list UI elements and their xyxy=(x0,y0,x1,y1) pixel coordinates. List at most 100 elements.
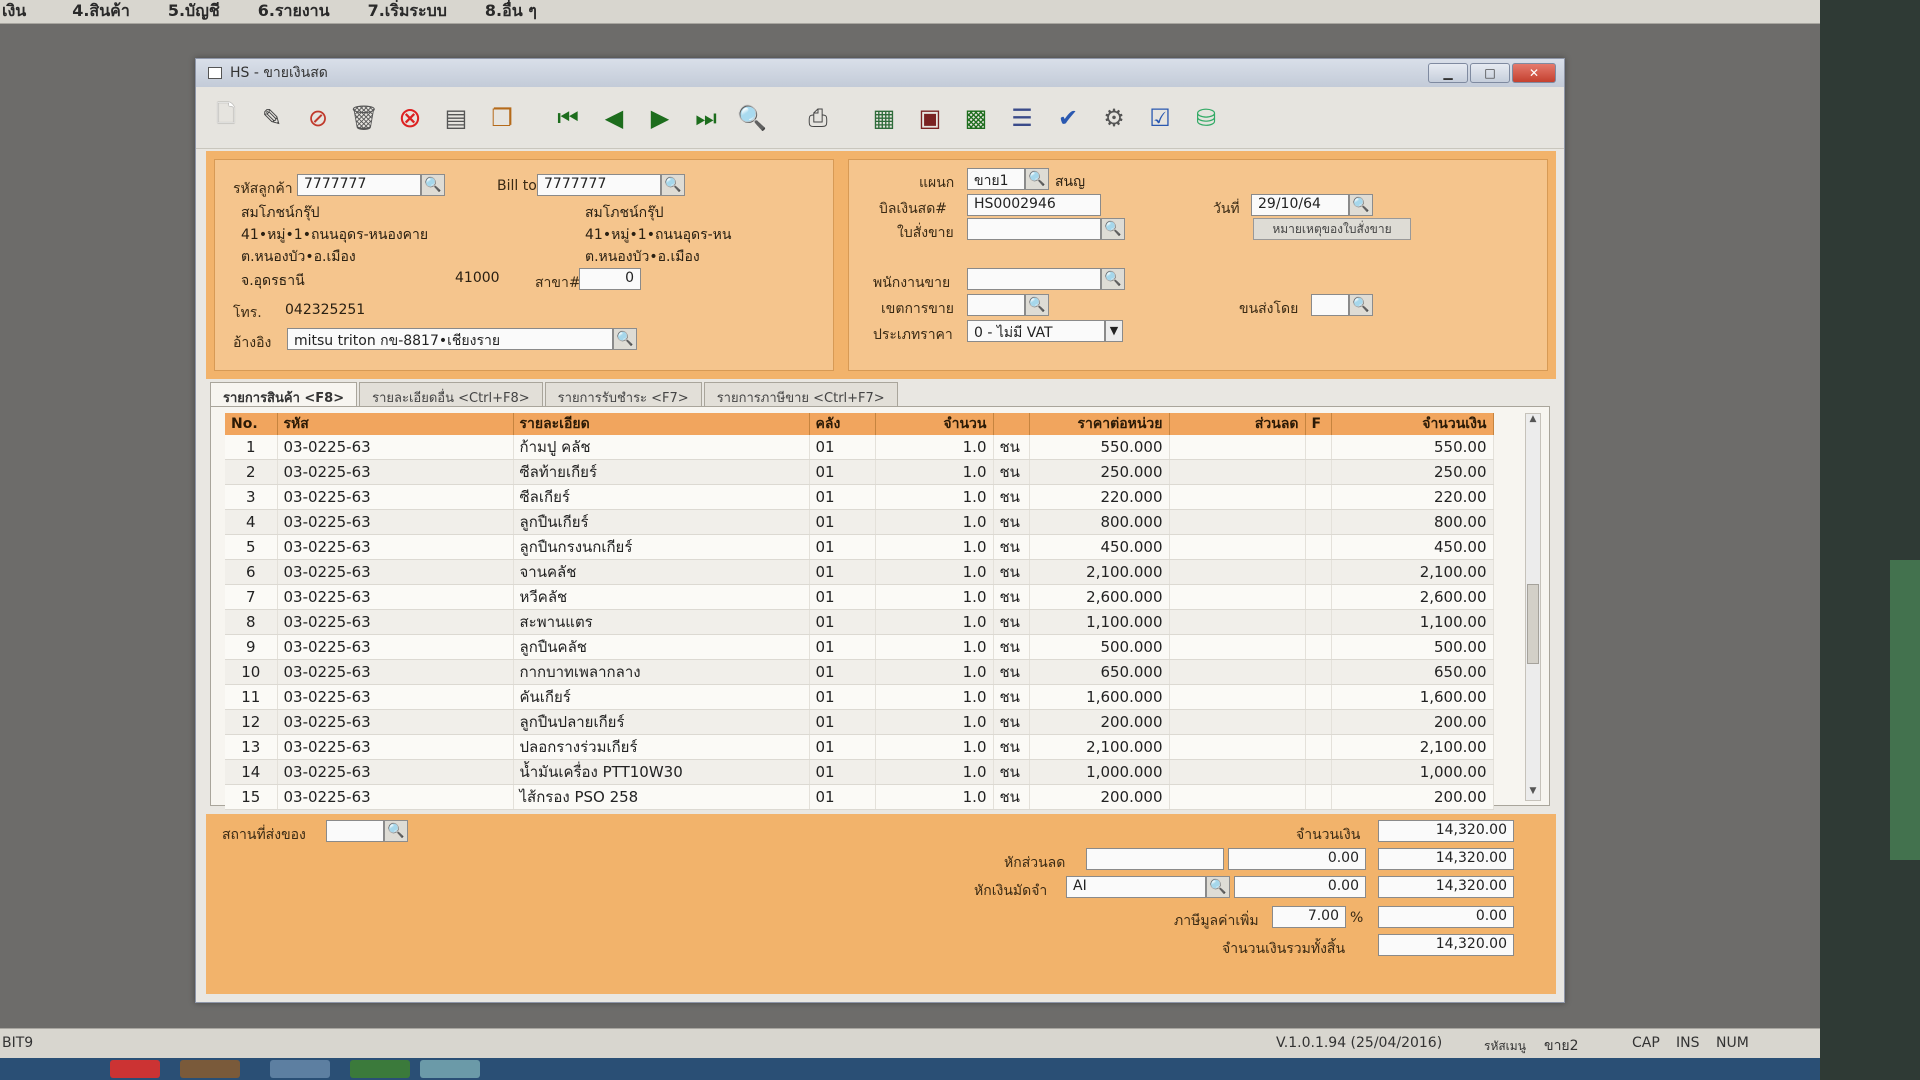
bill-number-input[interactable]: HS0002946 xyxy=(967,194,1101,216)
cell-unit[interactable]: ชน xyxy=(993,509,1030,535)
cell-disc[interactable] xyxy=(1169,684,1306,710)
table-row[interactable]: 12 03-0225-63 ลูกปืนปลายเกียร์ 01 1.0 ชน 200.0… xyxy=(225,709,1494,735)
cell-price[interactable]: 2,600.000 xyxy=(1029,584,1170,610)
cell-disc[interactable] xyxy=(1169,534,1306,560)
cell-wh[interactable]: 01 xyxy=(809,435,876,460)
cell-unit[interactable]: ชน xyxy=(993,435,1030,460)
cell-disc[interactable] xyxy=(1169,484,1306,510)
cell-f[interactable] xyxy=(1305,684,1332,710)
deposit-code-input[interactable]: AI xyxy=(1066,876,1206,898)
table-row[interactable]: 7 03-0225-63 หวีคลัช 01 1.0 ชน 2,600.000 2,600.… xyxy=(225,584,1494,610)
cell-unit[interactable]: ชน xyxy=(993,559,1030,585)
search-icon[interactable]: 🔍 xyxy=(1025,168,1049,190)
cell-f[interactable] xyxy=(1305,435,1332,460)
cell-disc[interactable] xyxy=(1169,559,1306,585)
cell-disc[interactable] xyxy=(1169,659,1306,685)
cell-unit[interactable]: ชน xyxy=(993,534,1030,560)
col-quantity[interactable]: จำนวน xyxy=(875,413,994,435)
cell-code[interactable]: 03-0225-63 xyxy=(277,509,514,535)
cell-desc[interactable]: ลูกปืนปลายเกียร์ xyxy=(513,709,810,735)
cell-desc[interactable]: ซีลท้ายเกียร์ xyxy=(513,459,810,485)
cell-wh[interactable]: 01 xyxy=(809,634,876,660)
cell-amount[interactable]: 220.00 xyxy=(1331,484,1494,510)
customer-code-input[interactable]: 7777777 xyxy=(297,174,421,196)
next-record-icon[interactable]: ▶ xyxy=(642,100,678,136)
cell-amount[interactable]: 200.00 xyxy=(1331,784,1494,810)
cell-price[interactable]: 450.000 xyxy=(1029,534,1170,560)
cell-desc[interactable]: ลูกปืนกรงนกเกียร์ xyxy=(513,534,810,560)
cell-desc[interactable]: ลูกปืนเกียร์ xyxy=(513,509,810,535)
cell-f[interactable] xyxy=(1305,534,1332,560)
ok-icon[interactable]: ☑ xyxy=(1142,100,1178,136)
cell-code[interactable]: 03-0225-63 xyxy=(277,559,514,585)
taskbar-app-icon[interactable] xyxy=(350,1060,410,1078)
cell-qty[interactable]: 1.0 xyxy=(875,634,994,660)
maximize-button[interactable]: □ xyxy=(1470,63,1510,83)
cell-code[interactable]: 03-0225-63 xyxy=(277,459,514,485)
cell-unit[interactable]: ชน xyxy=(993,484,1030,510)
copy-icon[interactable]: ❐ xyxy=(484,100,520,136)
cell-desc[interactable]: หวีคลัช xyxy=(513,584,810,610)
cell-desc[interactable]: กากบาทเพลากลาง xyxy=(513,659,810,685)
cell-f[interactable] xyxy=(1305,459,1332,485)
cell-f[interactable] xyxy=(1305,634,1332,660)
cell-price[interactable]: 2,100.000 xyxy=(1029,734,1170,760)
edit-icon[interactable]: ✎ xyxy=(254,100,290,136)
cell-unit[interactable]: ชน xyxy=(993,584,1030,610)
cell-qty[interactable]: 1.0 xyxy=(875,784,994,810)
cell-code[interactable]: 03-0225-63 xyxy=(277,709,514,735)
cell-no[interactable]: 8 xyxy=(225,609,278,635)
cell-price[interactable]: 500.000 xyxy=(1029,634,1170,660)
chevron-down-icon[interactable]: ▼ xyxy=(1105,320,1123,342)
table-row[interactable]: 10 03-0225-63 กากบาทเพลากลาง 01 1.0 ชน 650.000… xyxy=(225,659,1494,685)
col-description[interactable]: รายละเอียด xyxy=(513,413,810,435)
ship-place-input[interactable] xyxy=(326,820,384,842)
menu-item-products[interactable]: 4.สินค้า xyxy=(72,0,130,24)
date-input[interactable]: 29/10/64 xyxy=(1251,194,1349,216)
cell-f[interactable] xyxy=(1305,484,1332,510)
cell-disc[interactable] xyxy=(1169,634,1306,660)
cell-desc[interactable]: ซีลเกียร์ xyxy=(513,484,810,510)
menu-item-accounts[interactable]: 5.บัญชี xyxy=(168,0,220,24)
cell-no[interactable]: 4 xyxy=(225,509,278,535)
cell-unit[interactable]: ชน xyxy=(993,784,1030,810)
search-icon[interactable]: 🔍 xyxy=(384,820,408,842)
cell-disc[interactable] xyxy=(1169,435,1306,460)
cell-code[interactable]: 03-0225-63 xyxy=(277,759,514,785)
taskbar-app-icon[interactable] xyxy=(180,1060,240,1078)
table-row[interactable]: 1 03-0225-63 ก้ามปู คลัช 01 1.0 ชน 550.000 550.… xyxy=(225,435,1494,460)
cell-unit[interactable]: ชน xyxy=(993,734,1030,760)
cell-qty[interactable]: 1.0 xyxy=(875,484,994,510)
scroll-down-icon[interactable]: ▼ xyxy=(1526,786,1540,800)
reference-input[interactable]: mitsu triton กข-8817•เชียงราย xyxy=(287,328,613,350)
table-row[interactable]: 4 03-0225-63 ลูกปืนเกียร์ 01 1.0 ชน 800.000 800… xyxy=(225,509,1494,535)
save-icon[interactable]: ▤ xyxy=(438,100,474,136)
close-window-button[interactable]: ✕ xyxy=(1512,63,1556,83)
cell-desc[interactable]: ก้ามปู คลัช xyxy=(513,435,810,460)
cell-desc[interactable]: จานคลัช xyxy=(513,559,810,585)
cell-code[interactable]: 03-0225-63 xyxy=(277,435,514,460)
cell-price[interactable]: 200.000 xyxy=(1029,709,1170,735)
cell-no[interactable]: 9 xyxy=(225,634,278,660)
cell-code[interactable]: 03-0225-63 xyxy=(277,784,514,810)
price-type-select[interactable]: 0 - ไม่มี VAT xyxy=(967,320,1105,342)
cell-amount[interactable]: 2,600.00 xyxy=(1331,584,1494,610)
cell-disc[interactable] xyxy=(1169,784,1306,810)
cell-disc[interactable] xyxy=(1169,759,1306,785)
cell-no[interactable]: 6 xyxy=(225,559,278,585)
taskbar-app-icon[interactable] xyxy=(110,1060,160,1078)
cell-price[interactable]: 550.000 xyxy=(1029,435,1170,460)
calendar-icon[interactable]: ▣ xyxy=(912,100,948,136)
cell-no[interactable]: 12 xyxy=(225,709,278,735)
cell-wh[interactable]: 01 xyxy=(809,659,876,685)
cell-amount[interactable]: 1,100.00 xyxy=(1331,609,1494,635)
cell-code[interactable]: 03-0225-63 xyxy=(277,634,514,660)
cell-qty[interactable]: 1.0 xyxy=(875,435,994,460)
cell-desc[interactable]: น้ำมันเครื่อง PTT10W30 xyxy=(513,759,810,785)
cell-f[interactable] xyxy=(1305,784,1332,810)
col-flag[interactable]: F xyxy=(1305,413,1332,435)
prev-record-icon[interactable]: ◀ xyxy=(596,100,632,136)
cell-desc[interactable]: ลูกปืนคลัช xyxy=(513,634,810,660)
search-icon[interactable]: 🔍 xyxy=(1349,294,1373,316)
cell-no[interactable]: 13 xyxy=(225,734,278,760)
